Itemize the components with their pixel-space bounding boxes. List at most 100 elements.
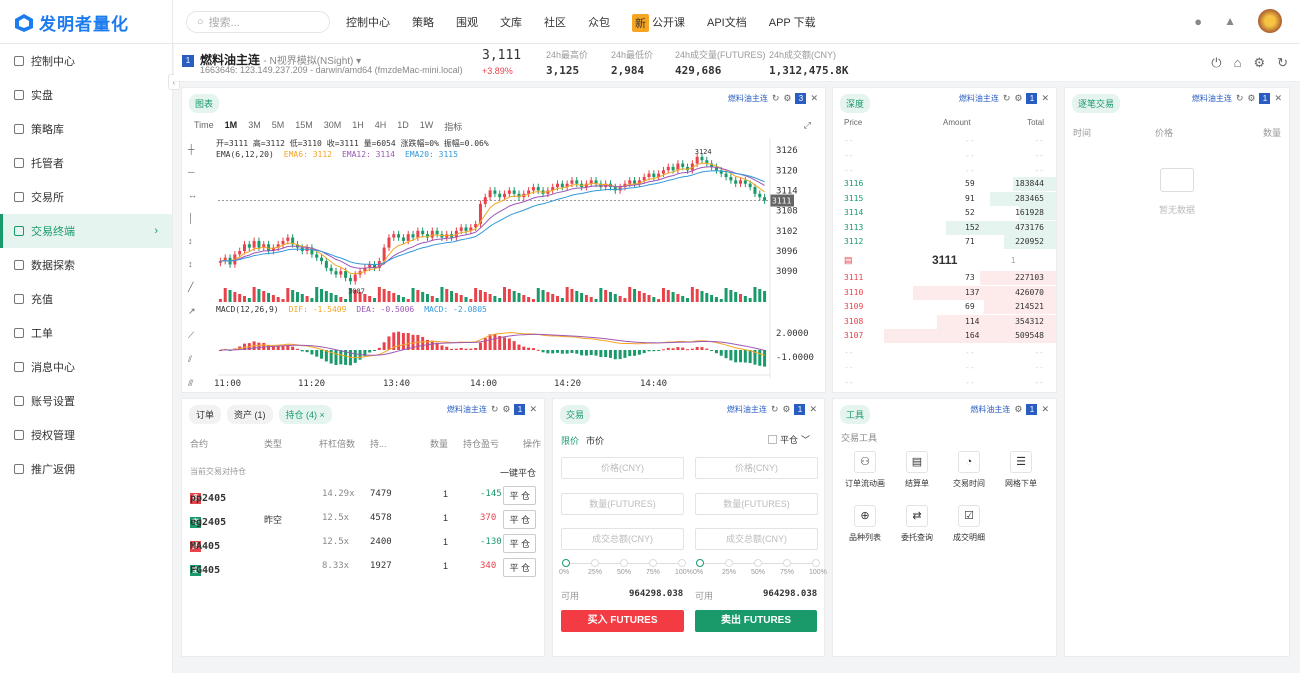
gear-icon[interactable]: ⚙ [1247, 93, 1255, 104]
sidebar-item-trading-terminal[interactable]: 交易终端 › [0, 214, 172, 248]
layout-number[interactable]: 1 [514, 404, 526, 415]
avatar[interactable] [1258, 9, 1282, 33]
sell-price-input[interactable]: 价格(CNY) [695, 457, 818, 479]
close-position-button[interactable]: 平 仓 [503, 510, 536, 529]
close-all-button[interactable]: 一键平仓 [500, 466, 536, 479]
ask-row[interactable]: 3111 73 227103 [833, 271, 1056, 285]
close-icon[interactable]: ✕ [809, 404, 817, 415]
ask-row[interactable]: 3109 69 214521 [833, 300, 1056, 314]
sell-percent-slider[interactable]: 0% 25% 50% 75% 100% [693, 558, 827, 578]
nav-app-download[interactable]: APP 下载 [769, 14, 816, 32]
tab-positions[interactable]: 持仓 (4) × [278, 405, 332, 424]
buy-amount-input[interactable]: 数量(FUTURES) [561, 493, 684, 515]
candlestick-chart[interactable]: 3126312031143108310230963090311131243087… [182, 88, 827, 394]
sidebar-item-account-settings[interactable]: 账号设置 [0, 384, 172, 418]
close-icon[interactable]: ✕ [1041, 93, 1049, 104]
close-icon[interactable]: ✕ [1274, 93, 1282, 104]
refresh-icon[interactable]: ↻ [1236, 93, 1244, 104]
nav-watch[interactable]: 围观 [456, 14, 478, 32]
depth-mode-icon[interactable]: ▤ [844, 255, 853, 266]
tool-statement[interactable]: ▤ 结算单 [893, 451, 941, 489]
close-icon[interactable]: ✕ [529, 404, 537, 415]
sell-amount-input[interactable]: 数量(FUTURES) [695, 493, 818, 515]
sidebar-item-referral[interactable]: 推广返佣 [0, 452, 172, 486]
tab-market[interactable]: 市价 [586, 434, 604, 447]
position-row[interactable]: 空 FG405 8.33x 1927 1 340 平 仓 [182, 557, 544, 577]
layout-number[interactable]: 1 [1259, 93, 1271, 104]
volume-bar [291, 290, 295, 302]
close-position-button[interactable]: 平 仓 [503, 486, 536, 505]
plugin-icon[interactable]: ⌂ [1234, 55, 1242, 71]
ask-row[interactable]: 3110 137 426070 [833, 285, 1056, 300]
tool-trading-hours[interactable]: ◔ 交易时间 [945, 451, 993, 489]
tool-order-query[interactable]: ⇄ 委托查询 [893, 505, 941, 543]
ask-row[interactable]: 3107 164 509548 [833, 329, 1056, 343]
candle [406, 234, 410, 241]
buy-percent-slider[interactable]: 0% 25% 50% 75% 100% [559, 558, 693, 578]
nav-strategy[interactable]: 策略 [412, 14, 434, 32]
ask-row[interactable]: 3108 114 354312 [833, 314, 1056, 329]
tool-grid-order[interactable]: ☰ 网格下单 [997, 451, 1045, 489]
refresh-icon[interactable]: ↻ [1003, 93, 1011, 104]
nav-api-docs[interactable]: API文档 [707, 14, 747, 32]
buy-button[interactable]: 买入 FUTURES [561, 610, 684, 632]
close-position-option[interactable]: 平仓 ﹀ [767, 433, 810, 446]
search-input[interactable]: 搜索... [209, 14, 240, 30]
sell-button[interactable]: 卖出 FUTURES [695, 610, 817, 632]
sidebar-item-messages[interactable]: 消息中心 [0, 350, 172, 384]
buy-total-input[interactable]: 成交总额(CNY) [561, 528, 684, 550]
tab-limit[interactable]: 限价 [561, 434, 579, 447]
sidebar-item-recharge[interactable]: 充值 [0, 282, 172, 316]
depth-precision-select[interactable]: 1 [1011, 256, 1015, 265]
bell-icon[interactable]: ▲ [1224, 14, 1236, 28]
refresh-icon[interactable]: ↻ [771, 404, 779, 415]
nav-community[interactable]: 社区 [544, 14, 566, 32]
bid-row[interactable]: 3114 52 161928 [833, 206, 1056, 220]
layout-number[interactable]: 1 [794, 404, 806, 415]
layout-number[interactable]: 1 [1026, 93, 1038, 104]
tool-order-flow[interactable]: ⚇ 订单流动画 [841, 451, 889, 489]
close-position-button[interactable]: 平 仓 [503, 558, 536, 577]
close-position-button[interactable]: 平 仓 [503, 534, 536, 553]
nav-control-center[interactable]: 控制中心 [346, 14, 390, 32]
bid-row[interactable]: 3116 59 183844 [833, 177, 1056, 191]
refresh-icon[interactable]: ↻ [491, 404, 499, 415]
sidebar-item-license[interactable]: 授权管理 [0, 418, 172, 452]
gear-icon[interactable]: ⚙ [502, 404, 510, 415]
search-box[interactable]: ○ 搜索... [186, 11, 330, 33]
sidebar-item-ticket[interactable]: 工单 [0, 316, 172, 350]
bid-row[interactable]: 3113 152 473176 [833, 220, 1056, 235]
nav-library[interactable]: 文库 [500, 14, 522, 32]
sidebar-item-exchange[interactable]: 交易所 [0, 180, 172, 214]
tool-symbol-list[interactable]: ⊕ 品种列表 [841, 505, 889, 543]
gear-icon[interactable]: ⚙ [782, 404, 790, 415]
tab-orders[interactable]: 订单 [189, 405, 222, 424]
position-row[interactable]: 空 eg2405 昨空 12.5x 4578 1 370 平 仓 [182, 509, 544, 529]
buy-price-input[interactable]: 价格(CNY) [561, 457, 684, 479]
sell-total-input[interactable]: 成交总额(CNY) [695, 528, 818, 550]
macd-histogram-bar [666, 347, 670, 350]
position-row[interactable]: 多 pp2405 14.29x 7479 1 -145 平 仓 [182, 485, 544, 505]
position-row[interactable]: 多 MA405 12.5x 2400 1 -130 平 仓 [182, 533, 544, 553]
gear-icon[interactable]: ⚙ [1014, 93, 1022, 104]
close-position-checkbox[interactable] [767, 435, 777, 444]
close-icon[interactable]: ✕ [1041, 404, 1049, 415]
refresh-icon[interactable]: ↻ [1277, 55, 1288, 71]
tab-assets[interactable]: 资产 (1) [227, 405, 273, 424]
gear-icon[interactable]: ⚙ [1253, 55, 1265, 71]
nav-course[interactable]: 公开课 [652, 14, 685, 32]
sidebar-item-data-explore[interactable]: 数据探索 [0, 248, 172, 282]
bid-row[interactable]: 3112 71 220952 [833, 235, 1056, 249]
tool-trade-detail[interactable]: ☑ 成交明细 [945, 505, 993, 543]
power-icon[interactable]: ⏻ [1211, 55, 1221, 71]
sidebar-item-control-center[interactable]: 控制中心 [0, 44, 172, 78]
nav-crowdsource[interactable]: 众包 [588, 14, 610, 32]
sidebar-item-strategy-library[interactable]: 策略库 [0, 112, 172, 146]
sidebar-item-live[interactable]: 实盘 [0, 78, 172, 112]
lightbulb-icon[interactable]: ● [1194, 14, 1202, 29]
brand-logo[interactable]: 发明者量化 [14, 10, 129, 35]
layout-number[interactable]: 1 [1026, 404, 1038, 415]
sidebar-item-custodian[interactable]: 托管者 [0, 146, 172, 180]
gear-icon[interactable]: ⚙ [1014, 404, 1022, 415]
bid-row[interactable]: 3115 91 283465 [833, 191, 1056, 206]
